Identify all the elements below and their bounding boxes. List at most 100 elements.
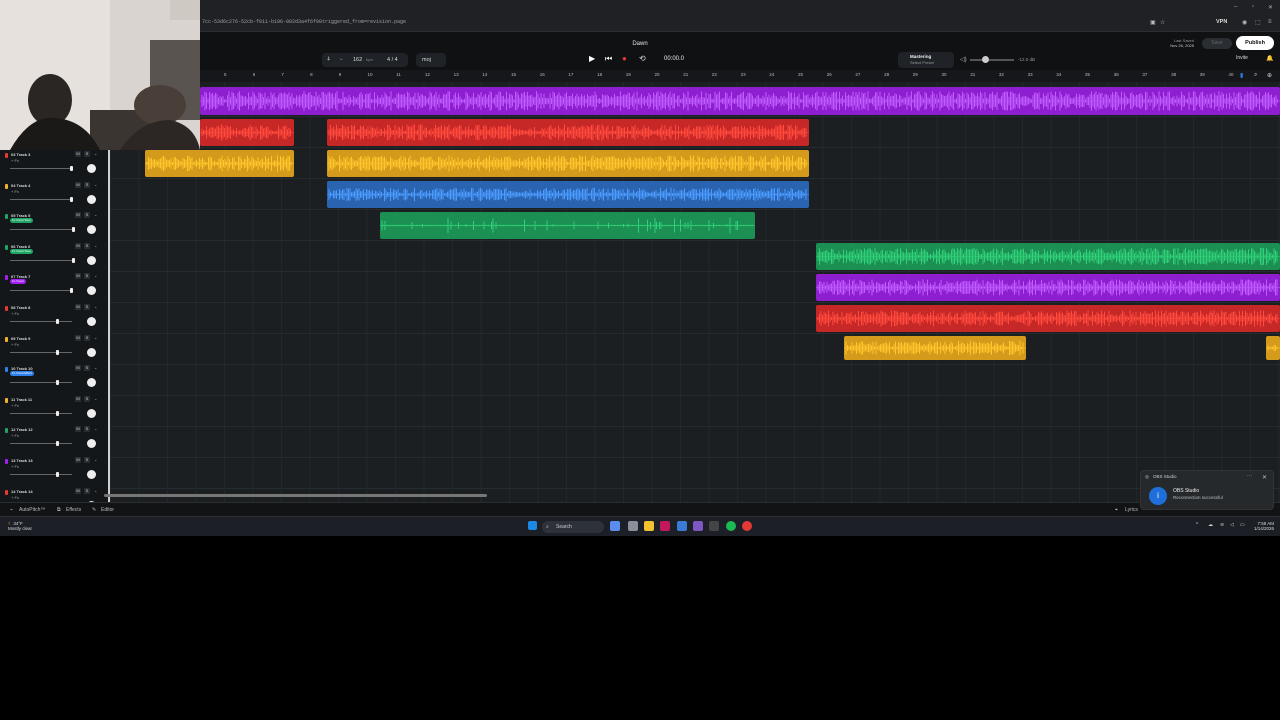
- track-volume-fader[interactable]: [10, 259, 72, 261]
- task-view-icon[interactable]: [628, 521, 638, 531]
- menu-icon[interactable]: ≡: [1268, 19, 1272, 25]
- autopitch-tab[interactable]: AutoPitch™: [19, 507, 45, 513]
- solo-button[interactable]: S: [84, 273, 90, 280]
- tray-chevron-icon[interactable]: ^: [1196, 522, 1198, 528]
- track-fx-tag[interactable]: Fx Vocal Tone: [10, 248, 33, 254]
- solo-button[interactable]: S: [84, 242, 90, 249]
- zoom-in-icon[interactable]: ⊕: [1267, 72, 1272, 79]
- vpn-badge[interactable]: VPN: [1216, 19, 1227, 25]
- track-fx-tag[interactable]: Fx Vocal: [10, 279, 26, 285]
- cloud-icon[interactable]: ☁: [1208, 522, 1213, 528]
- lyrics-tab[interactable]: Lyrics: [1125, 507, 1138, 513]
- audio-clip[interactable]: [327, 119, 809, 146]
- spotify-icon[interactable]: [726, 521, 736, 531]
- record-button[interactable]: ●: [622, 54, 627, 63]
- audio-clip[interactable]: [200, 119, 294, 146]
- master-volume-handle[interactable]: [982, 56, 989, 63]
- track-volume-handle[interactable]: [56, 472, 59, 477]
- track-volume-handle[interactable]: [56, 410, 59, 416]
- track-name[interactable]: 08 Track 8: [11, 305, 30, 310]
- snap-icon[interactable]: ▮: [1240, 72, 1243, 79]
- taskbar-search[interactable]: ⌕ Search: [542, 521, 604, 533]
- track-header[interactable]: 05 Track 5 Fx Vocal Tone M S ⌄: [0, 212, 106, 242]
- horizontal-scrollbar[interactable]: [104, 494, 487, 497]
- track-volume-fader[interactable]: [10, 474, 72, 475]
- speaker-icon[interactable]: ◁): [960, 56, 967, 63]
- mastering-selector[interactable]: Mastering Select Preset: [898, 52, 954, 68]
- audio-clip[interactable]: [145, 150, 294, 177]
- chevron-down-icon[interactable]: ⌄: [94, 396, 97, 401]
- weather-widget[interactable]: ☾ 34°F Mostly clear: [8, 521, 32, 531]
- track-header[interactable]: 06 Track 6 Fx Vocal Tone M S ⌄: [0, 242, 106, 273]
- track-volume-handle[interactable]: [70, 166, 73, 171]
- mute-button[interactable]: M: [75, 426, 81, 433]
- key-control[interactable]: moj: [416, 53, 446, 67]
- chevron-down-icon[interactable]: ⌄: [94, 426, 97, 431]
- track-name[interactable]: 12 Track 12: [11, 427, 33, 432]
- solo-button[interactable]: S: [84, 181, 90, 188]
- track-volume-fader[interactable]: [10, 229, 72, 231]
- track-header[interactable]: 13 Track 13 + Fx M S ⌄: [0, 457, 106, 487]
- chevron-down-icon[interactable]: ⌄: [339, 56, 344, 62]
- mute-button[interactable]: M: [75, 304, 81, 310]
- skip-back-button[interactable]: ⏮: [605, 54, 612, 64]
- battery-icon[interactable]: ▭: [1240, 522, 1245, 528]
- pan-knob[interactable]: [87, 194, 96, 204]
- pan-knob[interactable]: [87, 347, 96, 357]
- solo-button[interactable]: S: [84, 487, 90, 494]
- track-name[interactable]: 11 Track 11: [11, 397, 32, 402]
- notification-bell-icon[interactable]: 🔔: [1266, 55, 1273, 62]
- minimize-icon[interactable]: –: [1234, 4, 1237, 10]
- discord-icon[interactable]: [693, 521, 703, 531]
- track-volume-fader[interactable]: [10, 168, 72, 169]
- mute-button[interactable]: M: [75, 242, 81, 249]
- chevron-down-icon[interactable]: ⌄: [94, 212, 97, 217]
- widgets-icon[interactable]: [610, 521, 620, 531]
- save-button[interactable]: Save: [1202, 38, 1232, 49]
- effects-tab[interactable]: Effects: [66, 507, 81, 513]
- pan-knob[interactable]: [87, 255, 96, 265]
- track-volume-handle[interactable]: [70, 288, 73, 294]
- loop-button[interactable]: ⟲: [639, 54, 646, 63]
- publish-button[interactable]: Publish: [1236, 36, 1274, 50]
- mute-button[interactable]: M: [75, 334, 81, 341]
- mute-button[interactable]: M: [75, 273, 81, 280]
- pan-knob[interactable]: [87, 470, 96, 479]
- add-fx-button[interactable]: + Fx: [11, 158, 19, 163]
- solo-button[interactable]: S: [84, 304, 90, 310]
- audio-clip[interactable]: [200, 87, 1280, 115]
- track-volume-handle[interactable]: [56, 441, 59, 447]
- mute-button[interactable]: M: [75, 181, 81, 188]
- track-fx-tag[interactable]: Fx Vocal Effect: [10, 371, 34, 377]
- audio-clip[interactable]: [1266, 336, 1280, 360]
- solo-button[interactable]: S: [84, 426, 90, 433]
- audio-clip[interactable]: [327, 150, 809, 177]
- pan-knob[interactable]: [87, 378, 96, 388]
- mute-button[interactable]: M: [75, 457, 81, 463]
- track-header[interactable]: 11 Track 11 + Fx M S ⌄: [0, 395, 106, 426]
- track-volume-fader[interactable]: [10, 351, 72, 353]
- track-header[interactable]: 07 Track 7 Fx Vocal M S ⌄: [0, 273, 106, 303]
- track-volume-fader[interactable]: [10, 321, 72, 322]
- track-name[interactable]: 04 Track 4: [11, 183, 30, 188]
- taskbar-clock[interactable]: 7:58 AM 1/14/2026: [1250, 521, 1274, 531]
- solo-button[interactable]: S: [84, 457, 90, 463]
- lyrics-icon[interactable]: ⌖: [1115, 507, 1118, 513]
- pan-knob[interactable]: [87, 439, 96, 449]
- windows-start-icon[interactable]: [528, 521, 537, 530]
- mute-button[interactable]: M: [75, 395, 81, 402]
- audio-clip[interactable]: [844, 336, 1026, 360]
- track-name[interactable]: 03 Track 3: [11, 152, 30, 157]
- track-volume-handle[interactable]: [56, 319, 59, 324]
- pan-knob[interactable]: [87, 225, 96, 235]
- editor-tab[interactable]: Editor: [101, 507, 114, 513]
- track-volume-handle[interactable]: [72, 227, 75, 233]
- chevron-down-icon[interactable]: ⌄: [94, 457, 97, 462]
- track-volume-handle[interactable]: [56, 380, 59, 386]
- master-volume-slider[interactable]: [970, 59, 1014, 61]
- maximize-icon[interactable]: ▫: [1252, 4, 1254, 10]
- track-volume-handle[interactable]: [72, 257, 75, 263]
- chevron-down-icon[interactable]: ⌄: [94, 151, 97, 156]
- bookmark-star-icon[interactable]: ☆: [1160, 19, 1165, 26]
- audio-clip[interactable]: [816, 243, 1280, 270]
